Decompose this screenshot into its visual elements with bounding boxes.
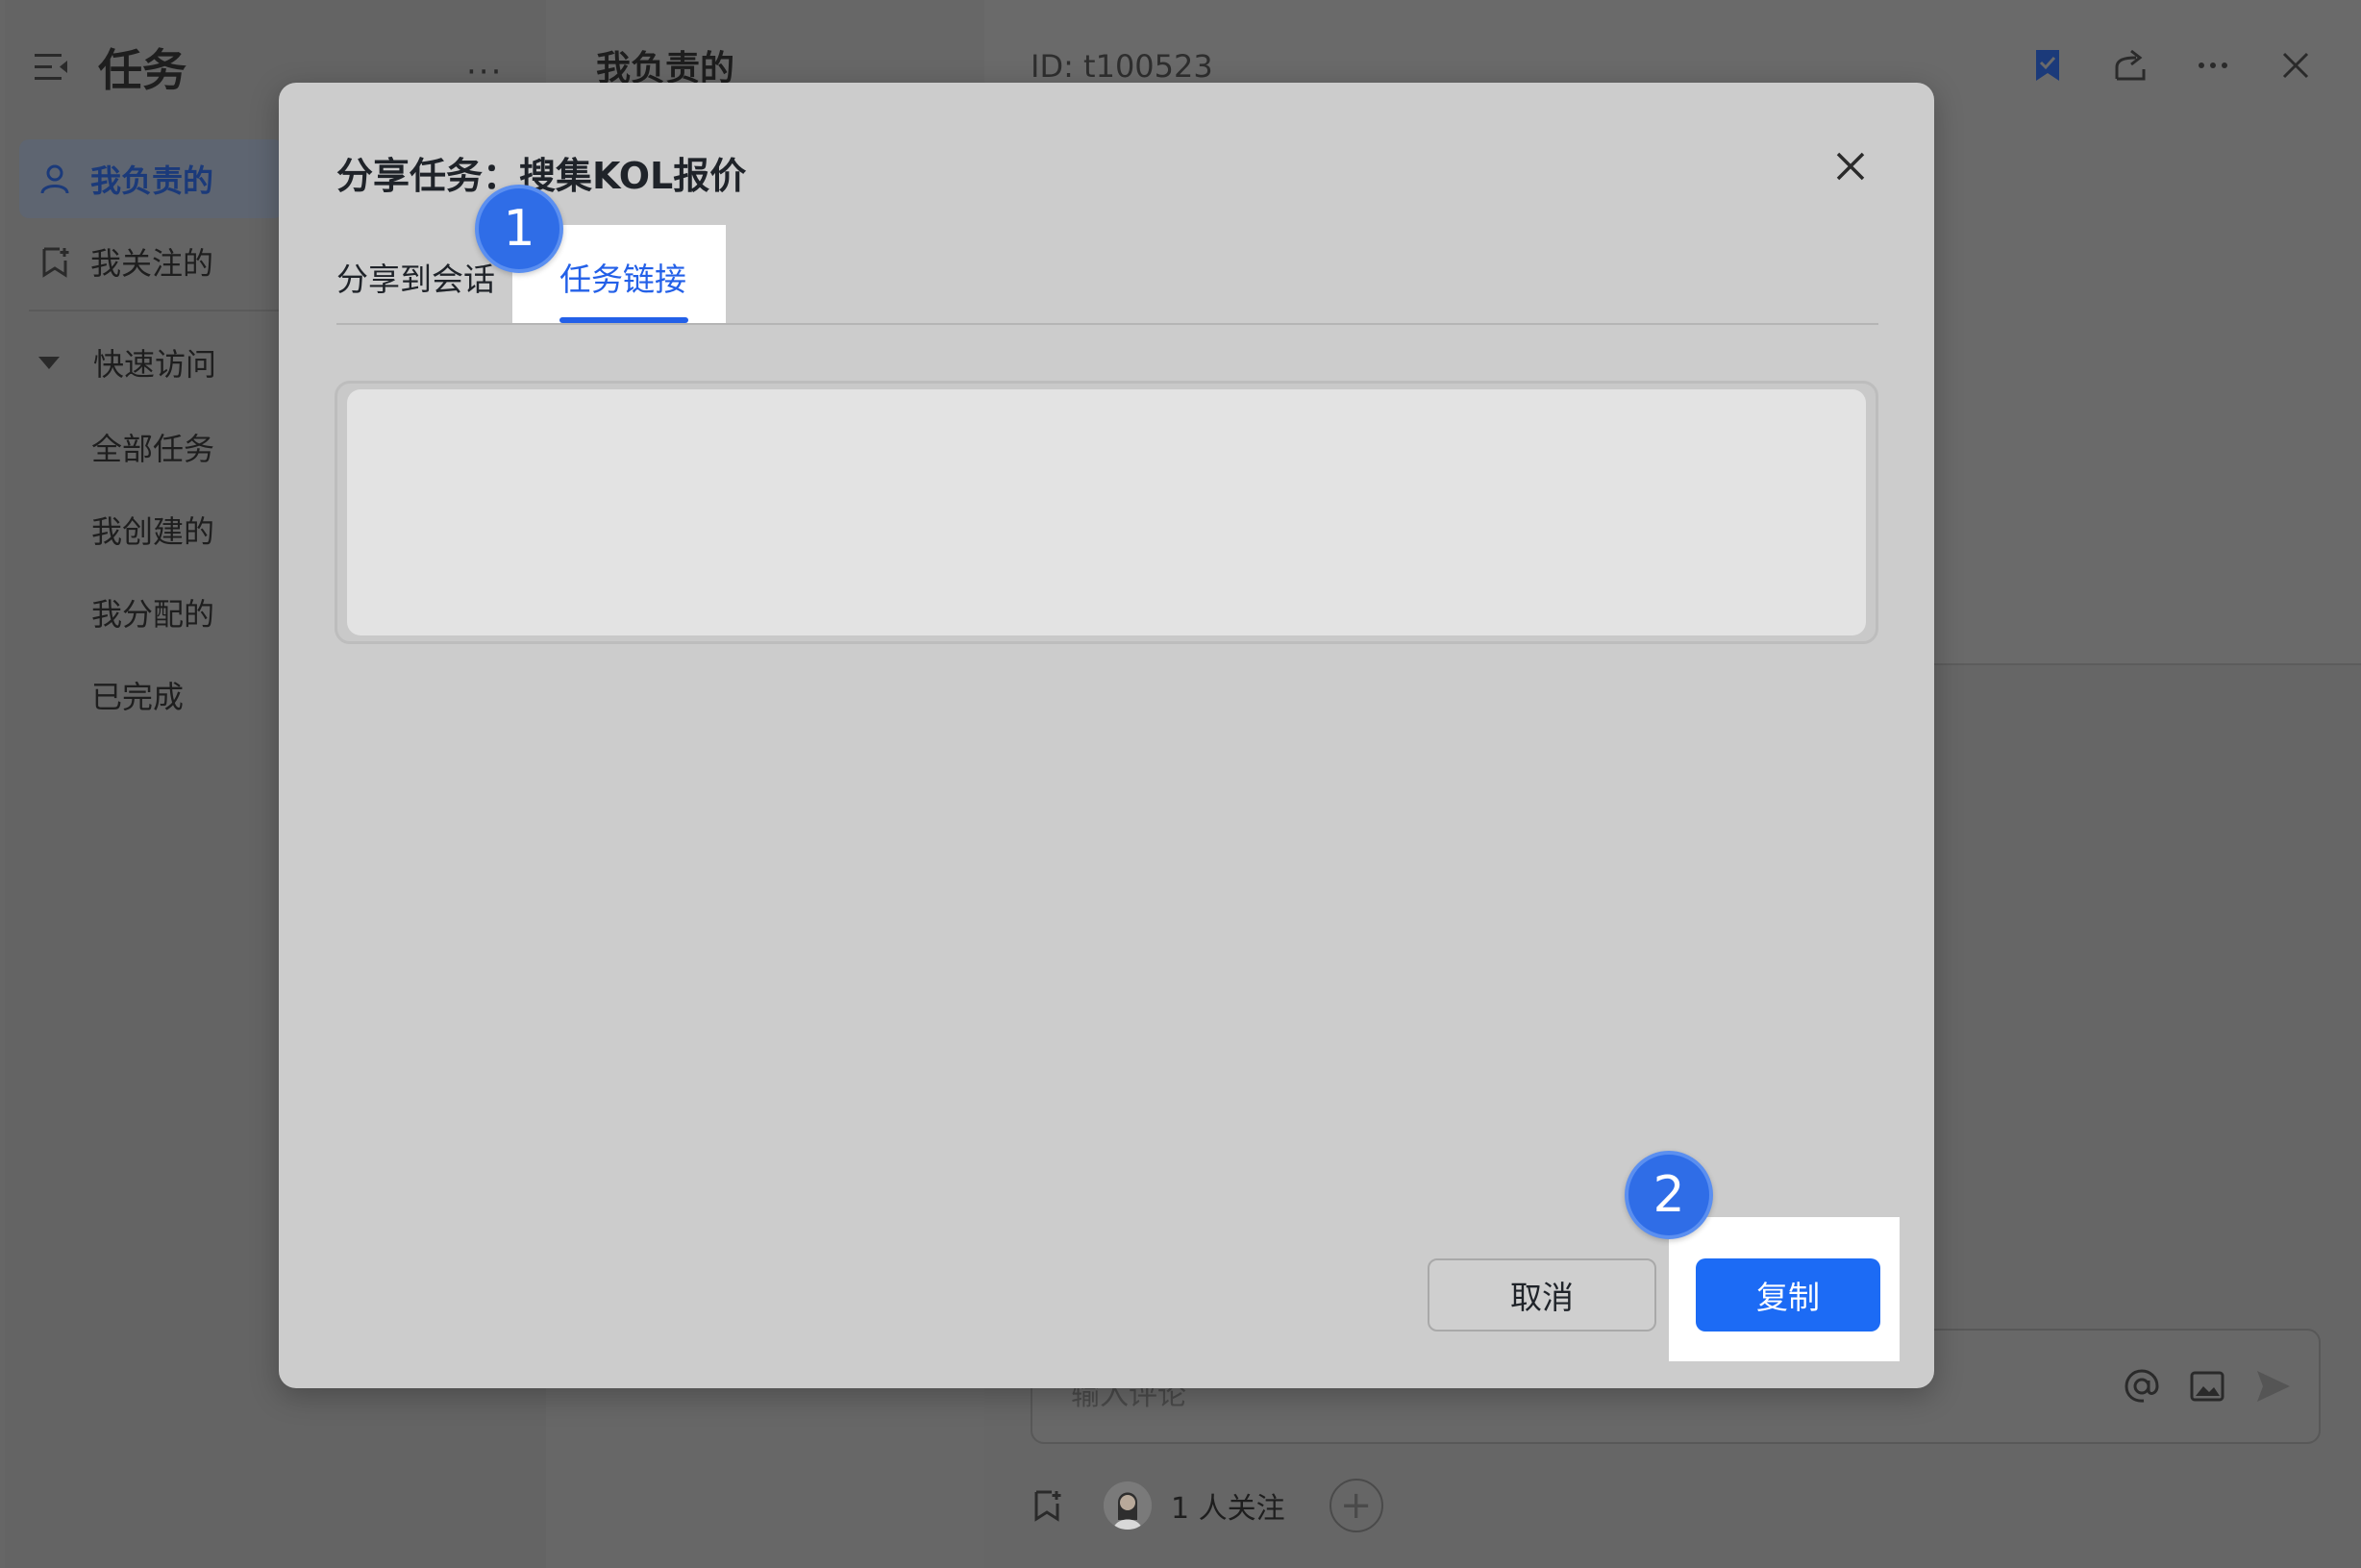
sidebar-item-label: 我关注的 — [90, 245, 214, 282]
cancel-button[interactable]: 取消 — [1428, 1258, 1656, 1332]
bookmark-icon[interactable] — [2028, 46, 2067, 85]
follow-icon[interactable] — [1031, 1488, 1065, 1523]
close-icon[interactable] — [1828, 144, 1873, 188]
step-marker-1: 1 — [475, 185, 563, 273]
detail-toolbar — [2028, 46, 2315, 85]
task-link-field[interactable] — [347, 389, 1866, 635]
add-follower-button[interactable]: + — [1329, 1479, 1383, 1532]
sidebar-item-following[interactable]: 我关注的 — [19, 222, 284, 301]
send-icon[interactable] — [2253, 1367, 2292, 1406]
tabs-divider — [336, 323, 1878, 325]
tab-task-link[interactable]: 任务链接 — [559, 254, 686, 300]
image-icon[interactable] — [2188, 1367, 2226, 1406]
user-icon — [40, 164, 69, 194]
sidebar-item-label: 我负责的 — [90, 162, 214, 199]
step-marker-2: 2 — [1625, 1151, 1713, 1239]
copy-button[interactable]: 复制 — [1696, 1258, 1880, 1332]
link-field-frame — [335, 381, 1878, 644]
sidebar-header: 任务 — [33, 38, 186, 96]
collapse-sidebar-icon[interactable] — [33, 50, 71, 85]
tab-share-to-chat[interactable]: 分享到会话 — [336, 254, 495, 300]
task-id: ID: t100523 — [1031, 48, 1213, 85]
sidebar-item-created[interactable]: 我创建的 — [91, 508, 214, 552]
sidebar-title: 任务 — [98, 44, 186, 96]
sidebar-item-all-tasks[interactable]: 全部任务 — [91, 425, 214, 469]
chevron-down-icon — [38, 356, 60, 369]
mention-icon[interactable] — [2123, 1367, 2161, 1406]
follow-count: 1 人关注 — [1171, 1492, 1285, 1526]
quick-access-group[interactable]: 快速访问 — [38, 338, 216, 386]
close-icon[interactable] — [2276, 46, 2315, 85]
follow-icon — [42, 247, 69, 278]
comment-tools — [2123, 1367, 2292, 1406]
followers-row: 1 人关注 + — [1031, 1479, 1383, 1532]
sidebar-item-my-responsible[interactable]: 我负责的 — [19, 139, 284, 218]
avatar[interactable] — [1104, 1481, 1152, 1530]
more-icon[interactable] — [2194, 46, 2232, 85]
sidebar-item-assigned[interactable]: 我分配的 — [91, 590, 214, 635]
sidebar-item-completed[interactable]: 已完成 — [91, 673, 184, 717]
share-icon[interactable] — [2111, 46, 2150, 85]
group-label: 快速访问 — [93, 346, 217, 383]
